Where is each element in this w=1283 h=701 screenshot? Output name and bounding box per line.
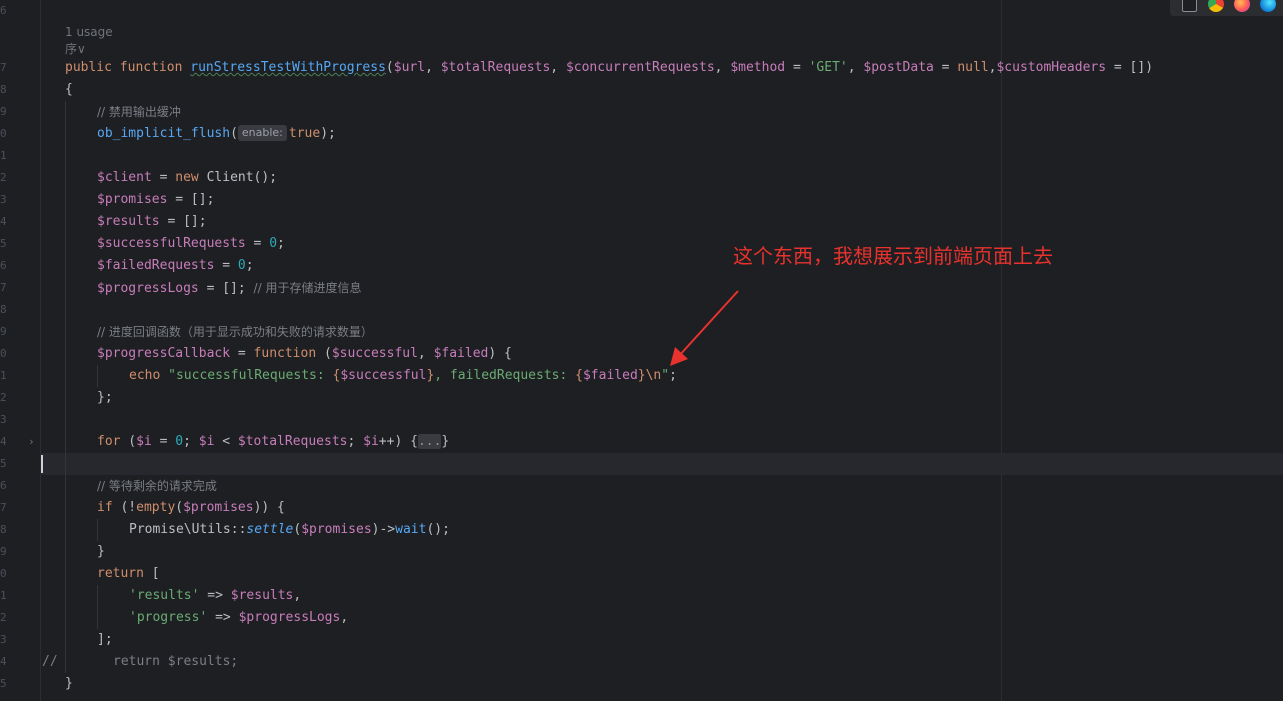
- edge-icon[interactable]: [1260, 0, 1276, 12]
- firefox-icon[interactable]: [1234, 0, 1250, 12]
- ide-icon[interactable]: [1182, 0, 1197, 12]
- taskbar-tray: [1170, 0, 1283, 16]
- annotation-arrow: [670, 290, 739, 366]
- chrome-icon[interactable]: [1208, 0, 1224, 12]
- arrow-shaft: [677, 290, 739, 358]
